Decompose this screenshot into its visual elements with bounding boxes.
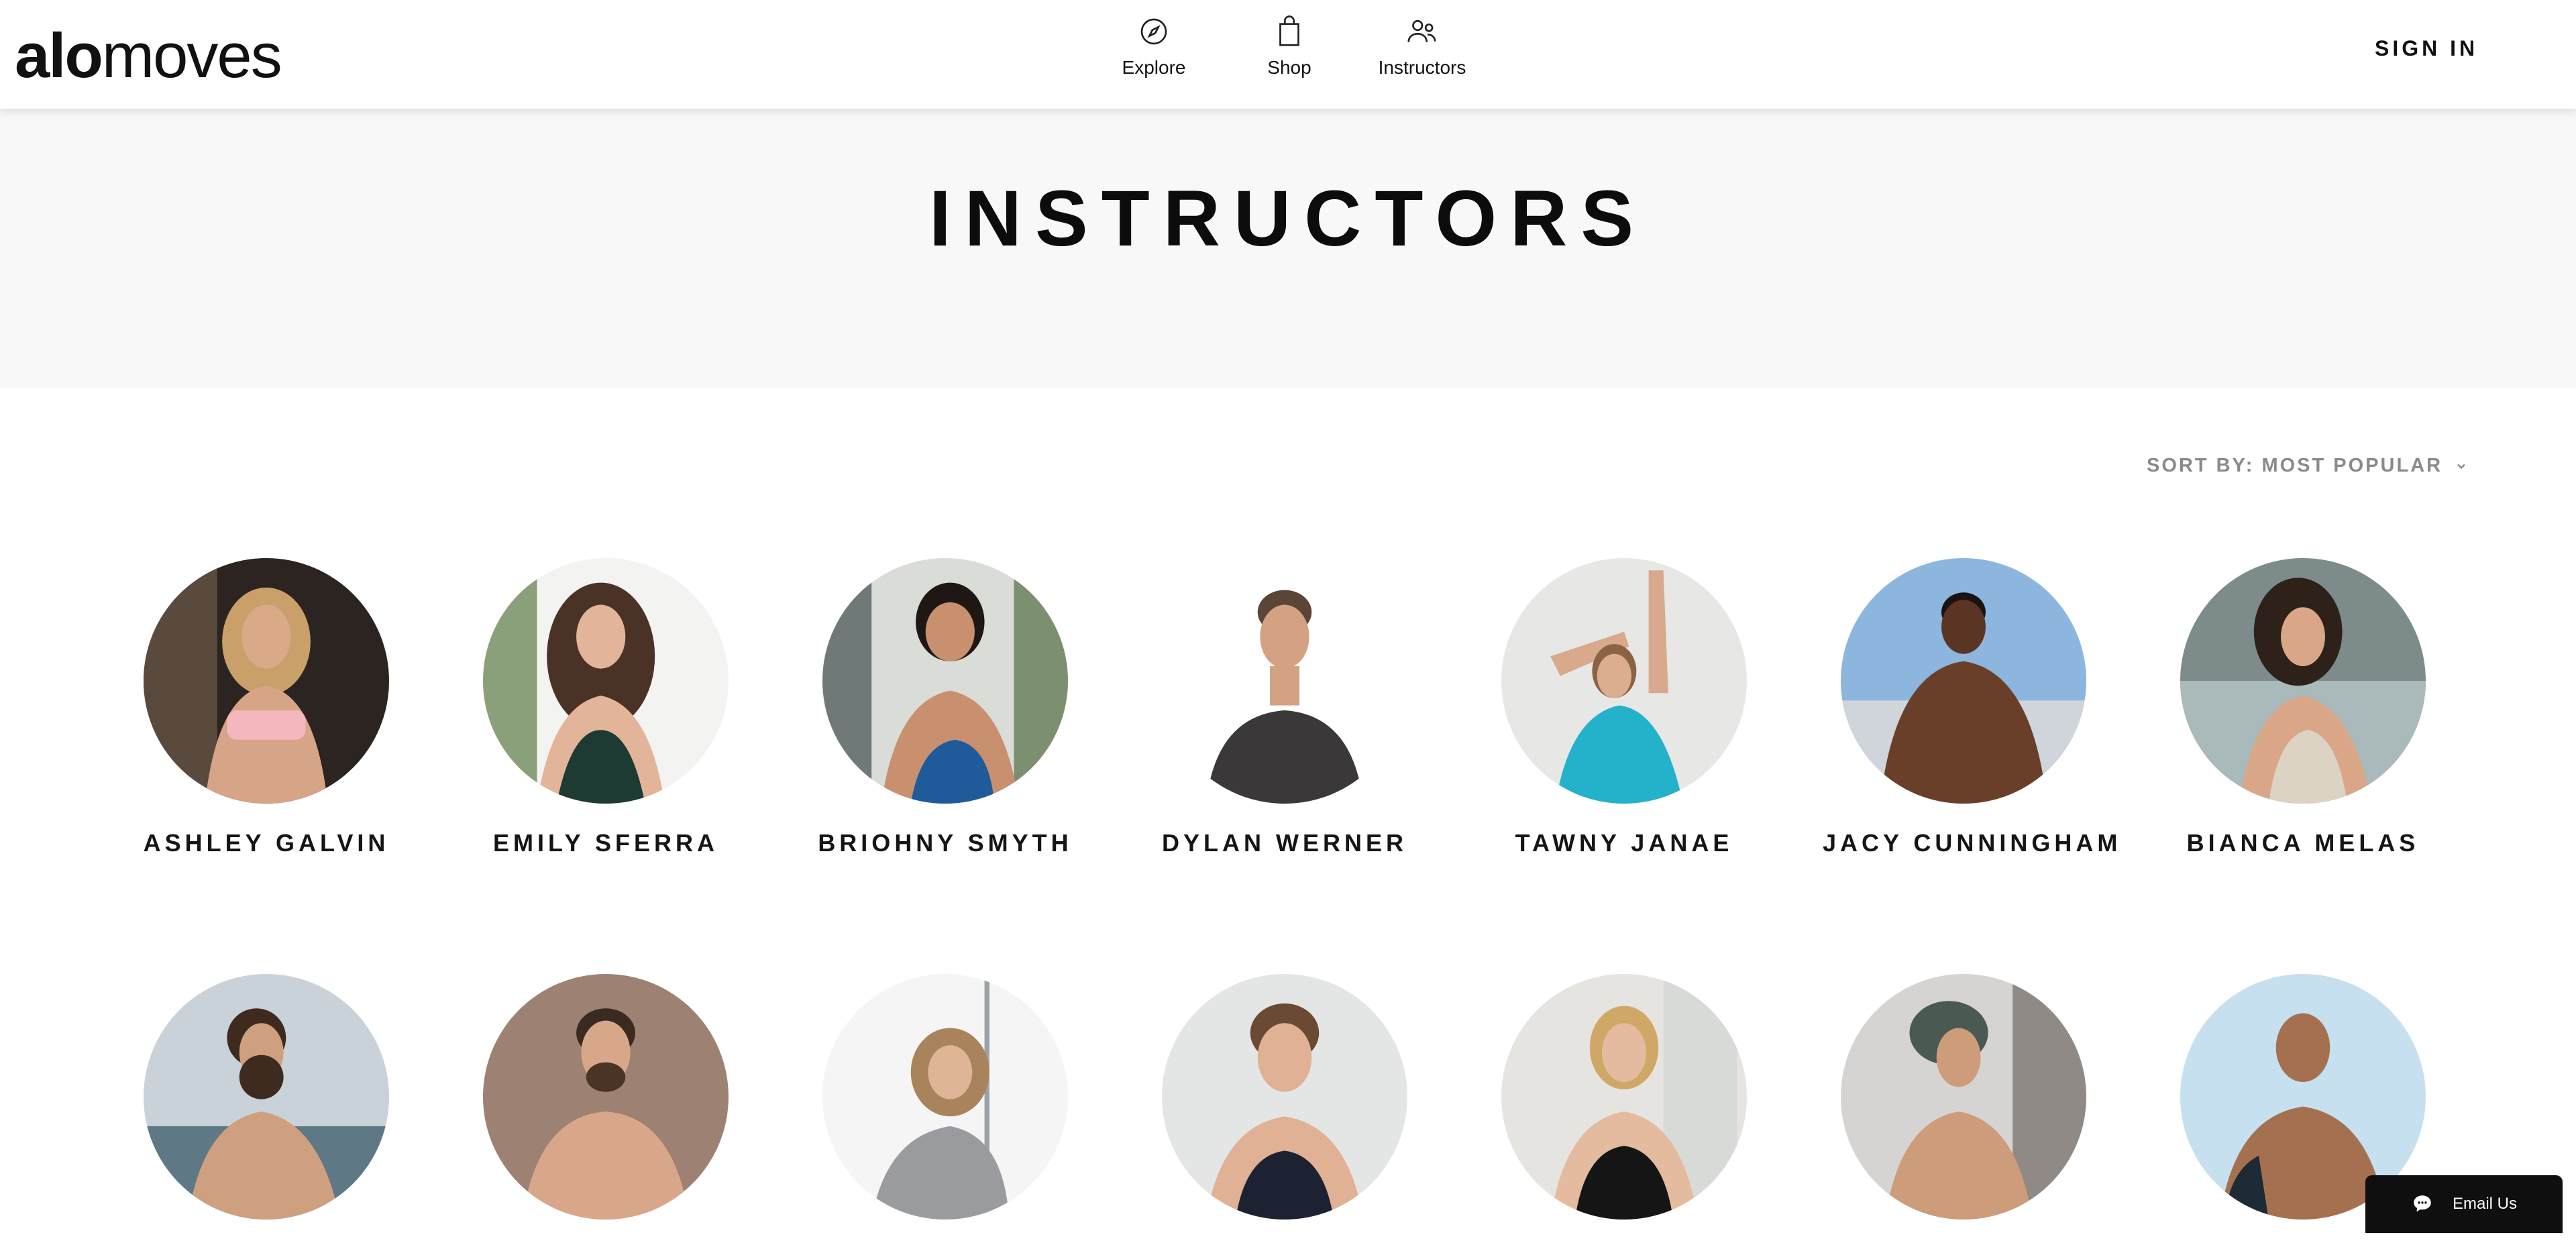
instructor-photo[interactable] xyxy=(1162,558,1407,804)
instructor-card[interactable] xyxy=(804,974,1086,1245)
chevron-down-icon xyxy=(2457,464,2465,469)
nav-shop-label: Shop xyxy=(1267,57,1311,78)
instructor-photo[interactable] xyxy=(822,558,1068,804)
instructor-name[interactable]: BRIOHNY SMYTH xyxy=(804,829,1086,857)
nav-shop[interactable]: Shop xyxy=(1256,13,1323,94)
instructor-card[interactable]: TAWNY JANAE xyxy=(1483,558,1765,857)
sign-in-button[interactable]: SIGN IN xyxy=(2375,36,2478,61)
instructor-photo[interactable] xyxy=(2180,558,2426,804)
chat-bubble-icon xyxy=(2414,1195,2431,1212)
instructor-photo[interactable] xyxy=(822,974,1068,1220)
instructor-photo[interactable] xyxy=(144,558,389,804)
instructor-card[interactable] xyxy=(1483,974,1765,1245)
instructor-card[interactable]: ASHLEY GALVIN xyxy=(125,558,407,857)
instructor-name[interactable]: BIANCA MELAS xyxy=(2162,829,2444,857)
compass-icon xyxy=(1140,18,1167,45)
page-banner: INSTRUCTORS xyxy=(0,109,2576,388)
instructor-name[interactable]: TAWNY JANAE xyxy=(1483,829,1765,857)
page-title: INSTRUCTORS xyxy=(928,174,1648,263)
email-us-button[interactable]: Email Us xyxy=(2365,1175,2563,1233)
instructor-photo[interactable] xyxy=(1841,974,2086,1220)
email-us-label: Email Us xyxy=(2452,1195,2517,1213)
instructor-photo[interactable] xyxy=(144,974,389,1220)
nav-instructors-label: Instructors xyxy=(1378,57,1466,78)
instructor-card[interactable]: EMILY SFERRA xyxy=(465,558,747,857)
instructor-name[interactable]: JACY CUNNINGHAM xyxy=(1823,829,2117,857)
instructor-photo[interactable] xyxy=(1841,558,2086,804)
instructor-card[interactable]: DYLAN WERNER xyxy=(1144,558,1426,857)
instructor-card[interactable] xyxy=(465,974,747,1245)
instructor-name[interactable]: ASHLEY GALVIN xyxy=(125,829,407,857)
sort-label: SORT BY: MOST POPULAR xyxy=(2147,455,2443,476)
nav-instructors[interactable]: Instructors xyxy=(1368,13,1476,94)
instructor-photo[interactable] xyxy=(1501,974,1747,1220)
instructor-name[interactable]: EMILY SFERRA xyxy=(465,829,747,857)
shopping-bag-icon xyxy=(1279,15,1299,46)
sort-dropdown[interactable]: SORT BY: MOST POPULAR xyxy=(2147,455,2468,477)
nav-explore[interactable]: Explore xyxy=(1120,13,1187,94)
instructor-card[interactable]: BIANCA MELAS xyxy=(2162,558,2444,857)
instructor-photo[interactable] xyxy=(483,974,729,1220)
alo-moves-logo[interactable]: alomoves xyxy=(15,19,282,93)
site-header: alomoves Explore Shop Instructors SIGN I… xyxy=(0,0,2576,109)
people-icon xyxy=(1407,19,1436,42)
logo-alo: alo xyxy=(15,20,103,91)
nav-explore-label: Explore xyxy=(1122,57,1186,78)
instructor-card[interactable] xyxy=(1144,974,1426,1245)
instructor-card[interactable] xyxy=(1823,974,2104,1245)
instructor-photo[interactable] xyxy=(483,558,729,804)
instructor-photo[interactable] xyxy=(1162,974,1407,1220)
instructor-card[interactable] xyxy=(125,974,407,1245)
logo-moves: moves xyxy=(101,20,282,91)
instructor-card[interactable]: JACY CUNNINGHAM xyxy=(1823,558,2117,857)
instructor-name[interactable]: DYLAN WERNER xyxy=(1144,829,1426,857)
instructor-card[interactable]: BRIOHNY SMYTH xyxy=(804,558,1086,857)
instructor-photo[interactable] xyxy=(1501,558,1747,804)
